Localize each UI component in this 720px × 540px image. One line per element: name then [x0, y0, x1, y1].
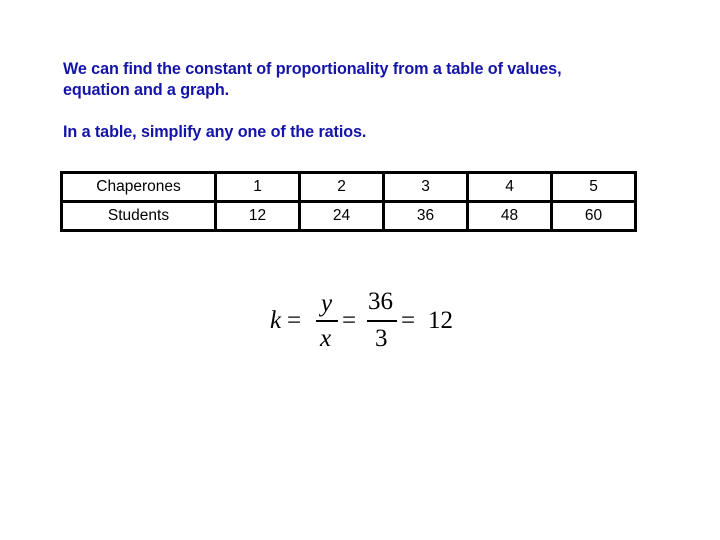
table-cell: 3 — [382, 171, 469, 203]
intro-line-3: In a table, simplify any one of the rati… — [63, 123, 367, 141]
intro-line-1: We can find the constant of proportional… — [63, 60, 562, 78]
table-cell: 24 — [298, 200, 385, 232]
table-row-chaperones: Chaperones 1 2 3 4 5 — [60, 171, 637, 203]
table-cell: 12 — [214, 200, 301, 232]
table-row-students: Students 12 24 36 48 60 — [60, 200, 637, 232]
table-cell: 36 — [382, 200, 469, 232]
proportionality-formula: k = y x = 36 3 = 12 — [268, 288, 468, 354]
table-cell: 2 — [298, 171, 385, 203]
ratio-table: Chaperones 1 2 3 4 5 Students 12 24 36 4… — [60, 171, 637, 232]
table-cell: 1 — [214, 171, 301, 203]
formula-k: k — [270, 307, 282, 334]
row-label: Chaperones — [60, 171, 217, 203]
formula-fraction-numerator: y — [321, 290, 333, 317]
table-cell: 48 — [466, 200, 553, 232]
intro-line-2: equation and a graph. — [63, 81, 230, 99]
table-cell: 4 — [466, 171, 553, 203]
formula-fraction-numerator: 36 — [368, 288, 393, 315]
formula-fraction-denominator: x — [320, 325, 332, 352]
fraction-bar — [367, 320, 397, 322]
formula-equals: = — [401, 307, 416, 334]
formula-equals: = — [342, 307, 357, 334]
intro-text: We can find the constant of proportional… — [63, 59, 683, 143]
table-cell: 60 — [550, 200, 637, 232]
formula-fraction-denominator: 3 — [375, 325, 388, 352]
table-cell: 5 — [550, 171, 637, 203]
formula-result: 12 — [428, 307, 453, 334]
row-label: Students — [60, 200, 217, 232]
formula-equals: = — [287, 307, 302, 334]
fraction-bar — [316, 320, 338, 322]
